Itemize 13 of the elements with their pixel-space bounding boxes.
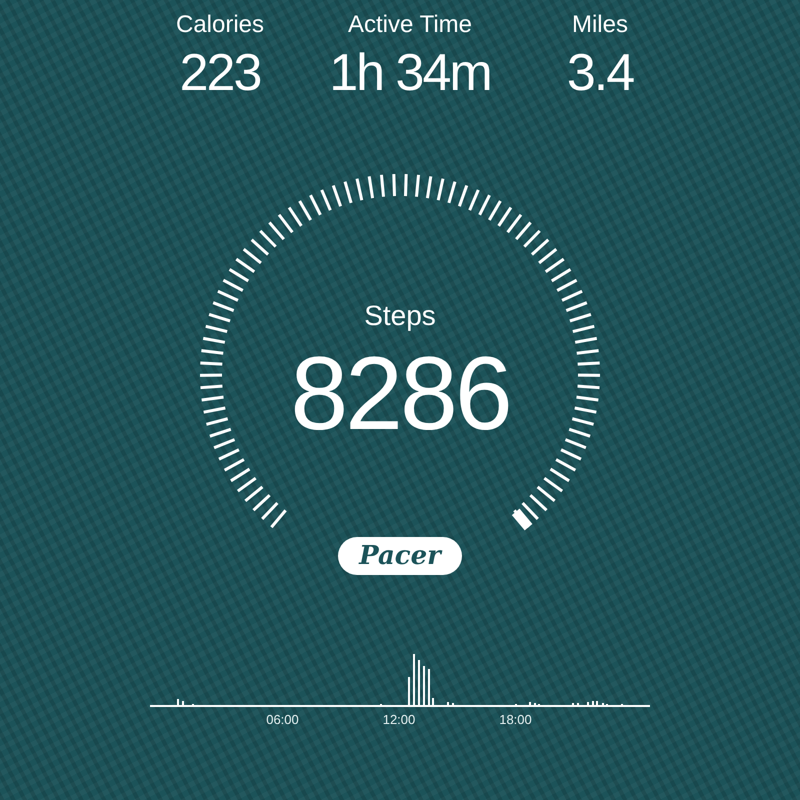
progress-marker [512,508,532,530]
stat-label: Active Time [348,10,472,40]
logo: Pacer [338,537,462,575]
time-label: 12:00 [382,712,416,727]
stat-value: 223 [180,43,260,104]
stat-label: Miles [572,10,628,40]
steps-label: Steps [364,300,436,332]
stat-value: 3.4 [566,43,634,104]
stat-value: 1h 34m [329,43,491,104]
time-label: 18:00 [499,712,532,727]
steps-value: 8286 [290,335,510,454]
stat-label: Calories [176,10,264,40]
time-label: 06:00 [266,712,299,727]
